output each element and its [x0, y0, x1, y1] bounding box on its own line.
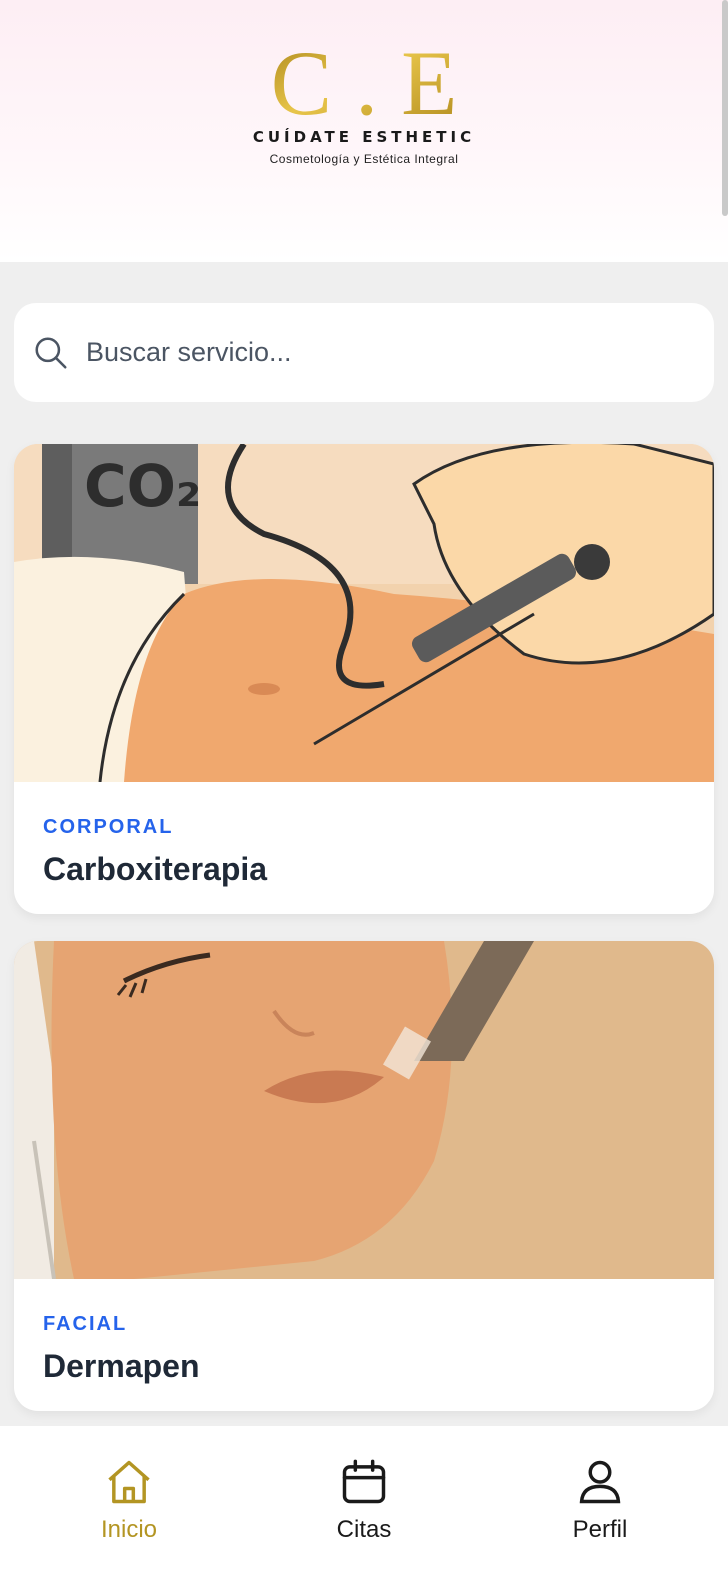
nav-item-perfil[interactable]: Perfil	[520, 1456, 680, 1544]
ce-logo-mark: C . E	[271, 38, 458, 122]
service-category: FACIAL	[43, 1313, 128, 1335]
home-icon	[108, 1460, 150, 1504]
service-card-carboxiterapia[interactable]: CO₂ CORPORAL Carboxiterapia	[14, 444, 714, 914]
search-input[interactable]	[86, 337, 646, 368]
nav-item-citas[interactable]: Citas	[284, 1456, 444, 1544]
brand-tagline: Cosmetología y Estética Integral	[269, 152, 459, 166]
app-header: C . E CUÍDATE ESTHETIC Cosmetología y Es…	[0, 0, 728, 262]
service-card-dermapen[interactable]: FACIAL Dermapen	[14, 941, 714, 1411]
carboxiterapia-image: CO₂	[14, 444, 714, 782]
service-category: CORPORAL	[43, 816, 174, 838]
nav-item-inicio[interactable]: Inicio	[49, 1456, 209, 1544]
nav-label-perfil: Perfil	[572, 1516, 628, 1543]
service-title: Carboxiterapia	[43, 851, 268, 887]
nav-label-inicio: Inicio	[100, 1516, 158, 1543]
user-icon	[579, 1460, 621, 1504]
dermapen-image	[14, 941, 714, 1279]
svg-text:CO₂: CO₂	[84, 452, 201, 520]
bottom-navigation: Inicio Citas Perfil	[0, 1426, 728, 1576]
search-icon	[35, 336, 67, 369]
brand-logo: C . E CUÍDATE ESTHETIC Cosmetología y Es…	[0, 38, 728, 166]
brand-name: CUÍDATE ESTHETIC	[252, 128, 476, 146]
scrollbar[interactable]	[722, 0, 728, 216]
calendar-icon	[342, 1459, 386, 1504]
nav-label-citas: Citas	[336, 1516, 392, 1543]
service-title: Dermapen	[43, 1348, 200, 1384]
svg-text:C . E: C . E	[271, 38, 458, 122]
search-bar[interactable]	[14, 303, 714, 402]
